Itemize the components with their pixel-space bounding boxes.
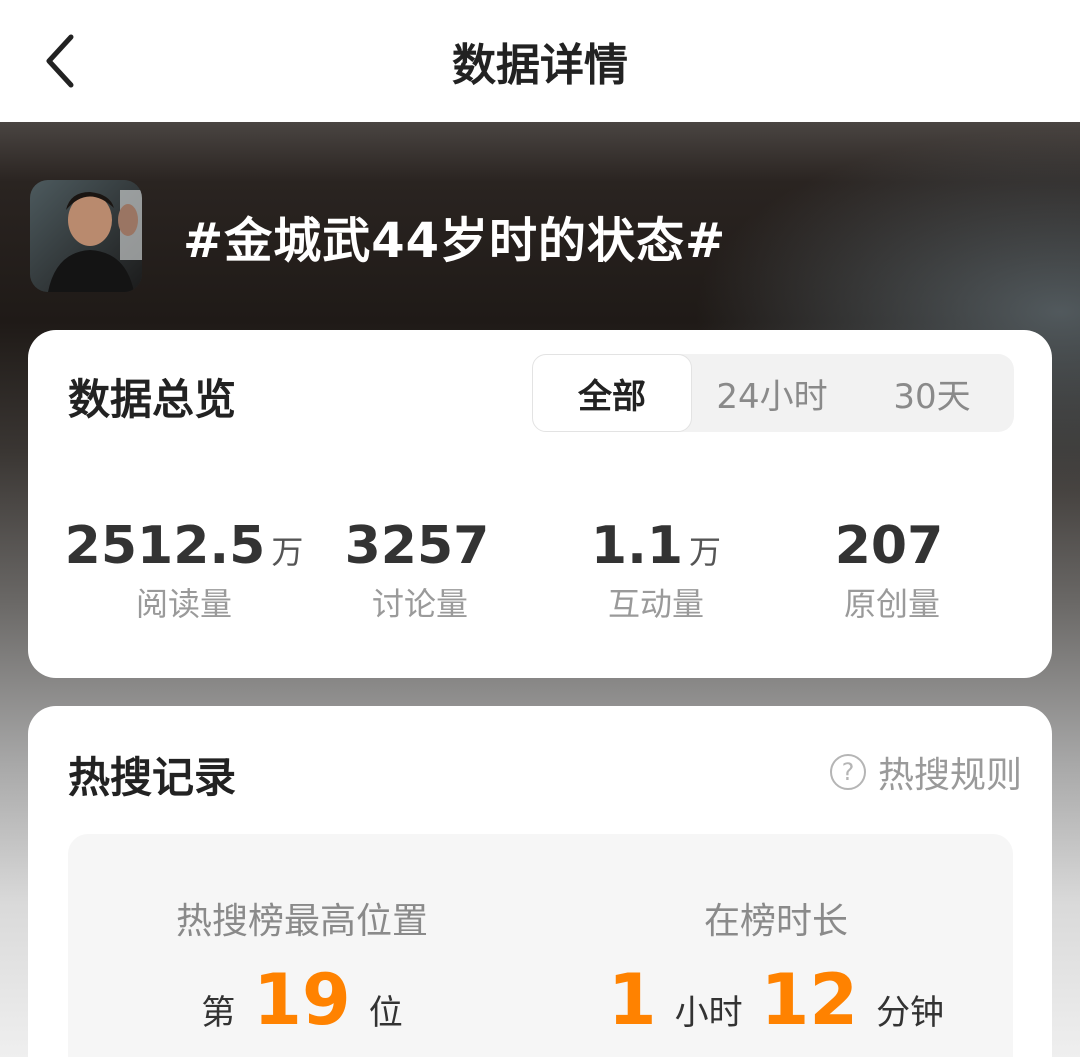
best-position-prefix: 第 <box>201 993 236 1033</box>
stat-value: 2512.5 <box>64 516 266 576</box>
overview-title: 数据总览 <box>68 375 237 424</box>
stat-discussions: 3257 讨论量 <box>302 515 538 625</box>
stat-value: 1.1 <box>590 516 684 576</box>
stat-interactions: 1.1 万 互动量 <box>538 515 774 625</box>
hot-search-title: 热搜记录 <box>68 753 237 802</box>
best-position-suffix: 位 <box>368 993 403 1033</box>
best-position-value: 第 19 位 <box>82 960 522 1040</box>
stat-unit: 万 <box>689 533 722 571</box>
topic-title: #金城武44岁时的状态# <box>183 213 727 269</box>
tab-all[interactable]: 全部 <box>532 354 692 432</box>
chevron-left-icon <box>46 34 74 88</box>
nav-bar: 数据详情 <box>0 0 1080 122</box>
duration-hours: 1 <box>607 959 657 1041</box>
stat-value: 207 <box>834 516 944 576</box>
time-range-segmented-control: 全部 24小时 30天 <box>532 354 1014 432</box>
stat-label: 互动量 <box>607 585 704 623</box>
duration-label: 在榜时长 <box>703 901 848 942</box>
stat-reads: 2512.5 万 阅读量 <box>64 515 304 625</box>
tab-24h[interactable]: 24小时 <box>692 354 852 432</box>
question-circle-icon: ? <box>830 754 866 790</box>
best-position-number: 19 <box>253 959 351 1041</box>
stat-value: 3257 <box>344 516 490 576</box>
duration-hours-unit: 小时 <box>674 993 743 1033</box>
stat-originals: 207 原创量 <box>774 515 1010 625</box>
tab-30d[interactable]: 30天 <box>852 354 1012 432</box>
duration-value: 1 小时 12 分钟 <box>556 960 996 1040</box>
rules-label: 热搜规则 <box>878 755 1023 796</box>
stat-unit: 万 <box>271 533 304 571</box>
stat-label: 阅读量 <box>135 585 232 623</box>
duration-minutes: 12 <box>760 959 859 1041</box>
duration-minutes-unit: 分钟 <box>876 993 945 1033</box>
best-position-label: 热搜榜最高位置 <box>175 901 428 942</box>
page-title: 数据详情 <box>452 40 628 91</box>
hot-search-rules-link[interactable]: ? 热搜规则 <box>830 748 1022 796</box>
topic-avatar <box>30 180 142 292</box>
stat-label: 原创量 <box>843 585 940 623</box>
back-button[interactable] <box>30 28 90 94</box>
stat-label: 讨论量 <box>371 585 468 623</box>
